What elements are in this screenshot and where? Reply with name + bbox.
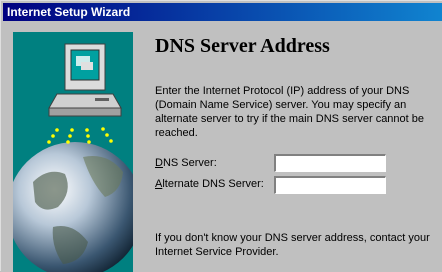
window-title: Internet Setup Wizard [7, 5, 131, 19]
dns-server-label: DNS Server: [155, 157, 217, 169]
alternate-dns-input[interactable] [274, 176, 386, 194]
alternate-dns-label-text: lternate DNS Server: [162, 178, 264, 190]
dns-server-label-text: NS Server: [162, 157, 217, 169]
alternate-dns-label: Alternate DNS Server: [155, 178, 264, 190]
page-title: DNS Server Address [155, 35, 330, 57]
instructions-text: Enter the Internet Protocol (IP) address… [155, 85, 425, 139]
wizard-illustration [13, 32, 133, 272]
wizard-window: Internet Setup Wizard DNS Server Address… [0, 0, 442, 272]
dns-server-accel: D [155, 157, 163, 169]
dns-server-input[interactable] [274, 154, 386, 172]
title-bar[interactable]: Internet Setup Wizard [3, 3, 442, 21]
help-note: If you don't know your DNS server addres… [155, 232, 430, 258]
computer-globe-icon [13, 43, 133, 272]
